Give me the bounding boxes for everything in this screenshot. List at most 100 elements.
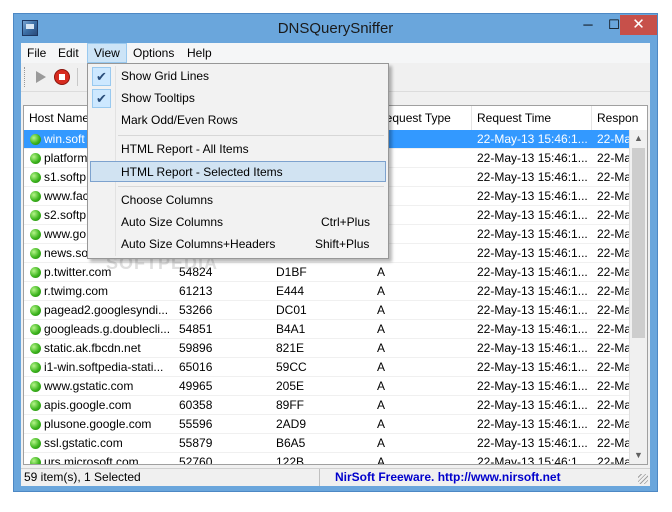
- table-cell: DC01: [276, 303, 307, 317]
- table-cell: 55596: [179, 417, 213, 431]
- table-cell: 55879: [179, 436, 213, 450]
- table-cell: 22-May-13 15:46:1...: [477, 398, 588, 412]
- table-row[interactable]: plusone.google.com 55596 2AD9 A 22-May-13 15…: [24, 415, 647, 434]
- table-row[interactable]: r.twimg.com 61213 E444 A 22-May-13 15:46:1..…: [24, 282, 647, 301]
- menu-help[interactable]: Help: [181, 43, 218, 63]
- window-title: DNSQuerySniffer: [277, 20, 394, 37]
- column-request-time[interactable]: Request Time: [472, 106, 592, 130]
- table-cell: A: [377, 303, 386, 317]
- table-cell: 22-May-13 15:46:1...: [477, 284, 588, 298]
- table-cell: A: [377, 360, 386, 374]
- status-bar: 59 item(s), 1 Selected NirSoft Freeware.…: [21, 468, 650, 486]
- column-response[interactable]: Respon: [592, 106, 647, 130]
- menu-item-html-report-all[interactable]: HTML Report - All Items: [90, 139, 386, 160]
- table-cell: A: [377, 379, 386, 393]
- scroll-up-icon[interactable]: ▲: [630, 130, 647, 147]
- resize-grip-icon[interactable]: [638, 474, 648, 484]
- table-row[interactable]: apis.google.com 60358 89FF A 22-May-13 15:46…: [24, 396, 647, 415]
- table-cell: 65016: [179, 360, 213, 374]
- table-row[interactable]: googleads.g.doublecli... 54851 B4A1 A 22-May…: [24, 320, 647, 339]
- menu-item-label: HTML Report - Selected Items: [121, 165, 283, 179]
- table-cell: 22-May-13 15:46:1...: [477, 455, 588, 465]
- table-row[interactable]: static.ak.fbcdn.net 59896 821E A 22-May-13 1…: [24, 339, 647, 358]
- table-cell: 49965: [179, 379, 213, 393]
- table-cell: r.twimg.com: [44, 284, 109, 298]
- nirsoft-link[interactable]: NirSoft Freeware. http://www.nirsoft.net: [335, 469, 561, 486]
- play-icon[interactable]: [31, 68, 49, 86]
- table-cell: 52760: [179, 455, 213, 465]
- table-cell: D1BF: [276, 265, 307, 279]
- stop-icon[interactable]: [53, 68, 71, 86]
- table-cell: 22-May-13 15:46:1...: [477, 322, 588, 336]
- menu-item-mark-odd-even-rows[interactable]: Mark Odd/Even Rows: [90, 110, 386, 131]
- table-cell: 53266: [179, 303, 213, 317]
- table-cell: 122B: [276, 455, 305, 465]
- table-cell: www.gstatic.com: [44, 379, 134, 393]
- table-cell: ssl.gstatic.com: [44, 436, 123, 450]
- table-cell: 22-May-13 15:46:1...: [477, 417, 588, 431]
- menu-item-show-grid-lines[interactable]: ✔ Show Grid Lines: [90, 66, 386, 87]
- table-cell: 89FF: [276, 398, 305, 412]
- menu-item-auto-size-columns[interactable]: Auto Size Columns Ctrl+Plus: [90, 212, 386, 233]
- table-cell: 22-May-13 15:46:1...: [477, 227, 588, 241]
- table-cell: static.ak.fbcdn.net: [44, 341, 141, 355]
- view-dropdown-menu: ✔ Show Grid Lines ✔ Show Tooltips Mark O…: [87, 63, 389, 259]
- menu-separator: [118, 186, 384, 187]
- table-cell: pagead2.googlesyndi...: [44, 303, 169, 317]
- table-cell: 22-May-13 15:46:1...: [477, 303, 588, 317]
- scroll-down-icon[interactable]: ▼: [630, 447, 647, 464]
- menu-edit[interactable]: Edit: [52, 43, 85, 63]
- menu-item-auto-size-columns-headers[interactable]: Auto Size Columns+Headers Shift+Plus: [90, 234, 386, 255]
- toolbar-separator: [77, 68, 78, 86]
- table-cell: 60358: [179, 398, 213, 412]
- menu-item-html-report-selected[interactable]: HTML Report - Selected Items: [90, 161, 386, 182]
- table-cell: 59896: [179, 341, 213, 355]
- menu-item-show-tooltips[interactable]: ✔ Show Tooltips: [90, 88, 386, 109]
- table-cell: A: [377, 436, 386, 450]
- menu-item-label: HTML Report - All Items: [121, 142, 249, 156]
- minimize-button[interactable]: ─: [575, 15, 601, 35]
- menu-options[interactable]: Options: [127, 43, 180, 63]
- check-icon: ✔: [92, 67, 111, 86]
- table-cell: A: [377, 398, 386, 412]
- table-cell: plusone.google.com: [44, 417, 152, 431]
- vertical-scrollbar[interactable]: ▲ ▼: [629, 130, 647, 464]
- menu-item-choose-columns[interactable]: Choose Columns: [90, 190, 386, 211]
- table-row[interactable]: i1-win.softpedia-stati... 65016 59CC A 22-Ma…: [24, 358, 647, 377]
- table-cell: 22-May-13 15:46:1...: [477, 360, 588, 374]
- table-cell: B4A1: [276, 322, 306, 336]
- table-cell: 205E: [276, 379, 305, 393]
- close-button[interactable]: ✕: [620, 15, 657, 35]
- table-cell: A: [377, 284, 386, 298]
- table-cell: 22-May-13 15:46:1...: [477, 436, 588, 450]
- table-cell: 54851: [179, 322, 213, 336]
- menu-item-label: Show Grid Lines: [121, 69, 210, 83]
- table-cell: 61213: [179, 284, 213, 298]
- check-icon: ✔: [92, 89, 111, 108]
- menu-bar: File Edit View Options Help: [21, 43, 650, 63]
- table-cell: 22-May-13 15:46:1...: [477, 246, 588, 260]
- menu-file[interactable]: File: [21, 43, 52, 63]
- table-cell: A: [377, 322, 386, 336]
- table-cell: 22-May-13 15:46:1...: [477, 208, 588, 222]
- table-cell: A: [377, 455, 386, 465]
- title-bar[interactable]: DNSQuerySniffer ─ ☐ ✕: [14, 14, 657, 43]
- table-cell: E444: [276, 284, 305, 298]
- table-row[interactable]: www.gstatic.com 49965 205E A 22-May-13 15:46…: [24, 377, 647, 396]
- table-row[interactable]: urs.microsoft.com 52760 122B A 22-May-13 15:…: [24, 453, 647, 465]
- table-cell: 22-May-13 15:46:1...: [477, 379, 588, 393]
- menu-item-shortcut: Shift+Plus: [315, 237, 370, 251]
- table-cell: A: [377, 417, 386, 431]
- table-cell: 22-May-13 15:46:1...: [477, 170, 588, 184]
- scroll-thumb[interactable]: [632, 148, 645, 338]
- toolbar-grip[interactable]: [24, 67, 28, 87]
- table-cell: 22-May-13 15:46:1...: [477, 132, 588, 146]
- menu-item-label: Choose Columns: [121, 193, 214, 207]
- table-row[interactable]: ssl.gstatic.com 55879 B6A5 A 22-May-13 15:46…: [24, 434, 647, 453]
- table-cell: B6A5: [276, 436, 306, 450]
- status-item-count: 59 item(s), 1 Selected: [24, 469, 320, 486]
- menu-view[interactable]: View: [87, 43, 127, 63]
- table-row[interactable]: pagead2.googlesyndi... 53266 DC01 A 22-May-1…: [24, 301, 647, 320]
- menu-item-label: Auto Size Columns+Headers: [121, 237, 276, 251]
- menu-separator: [118, 135, 384, 136]
